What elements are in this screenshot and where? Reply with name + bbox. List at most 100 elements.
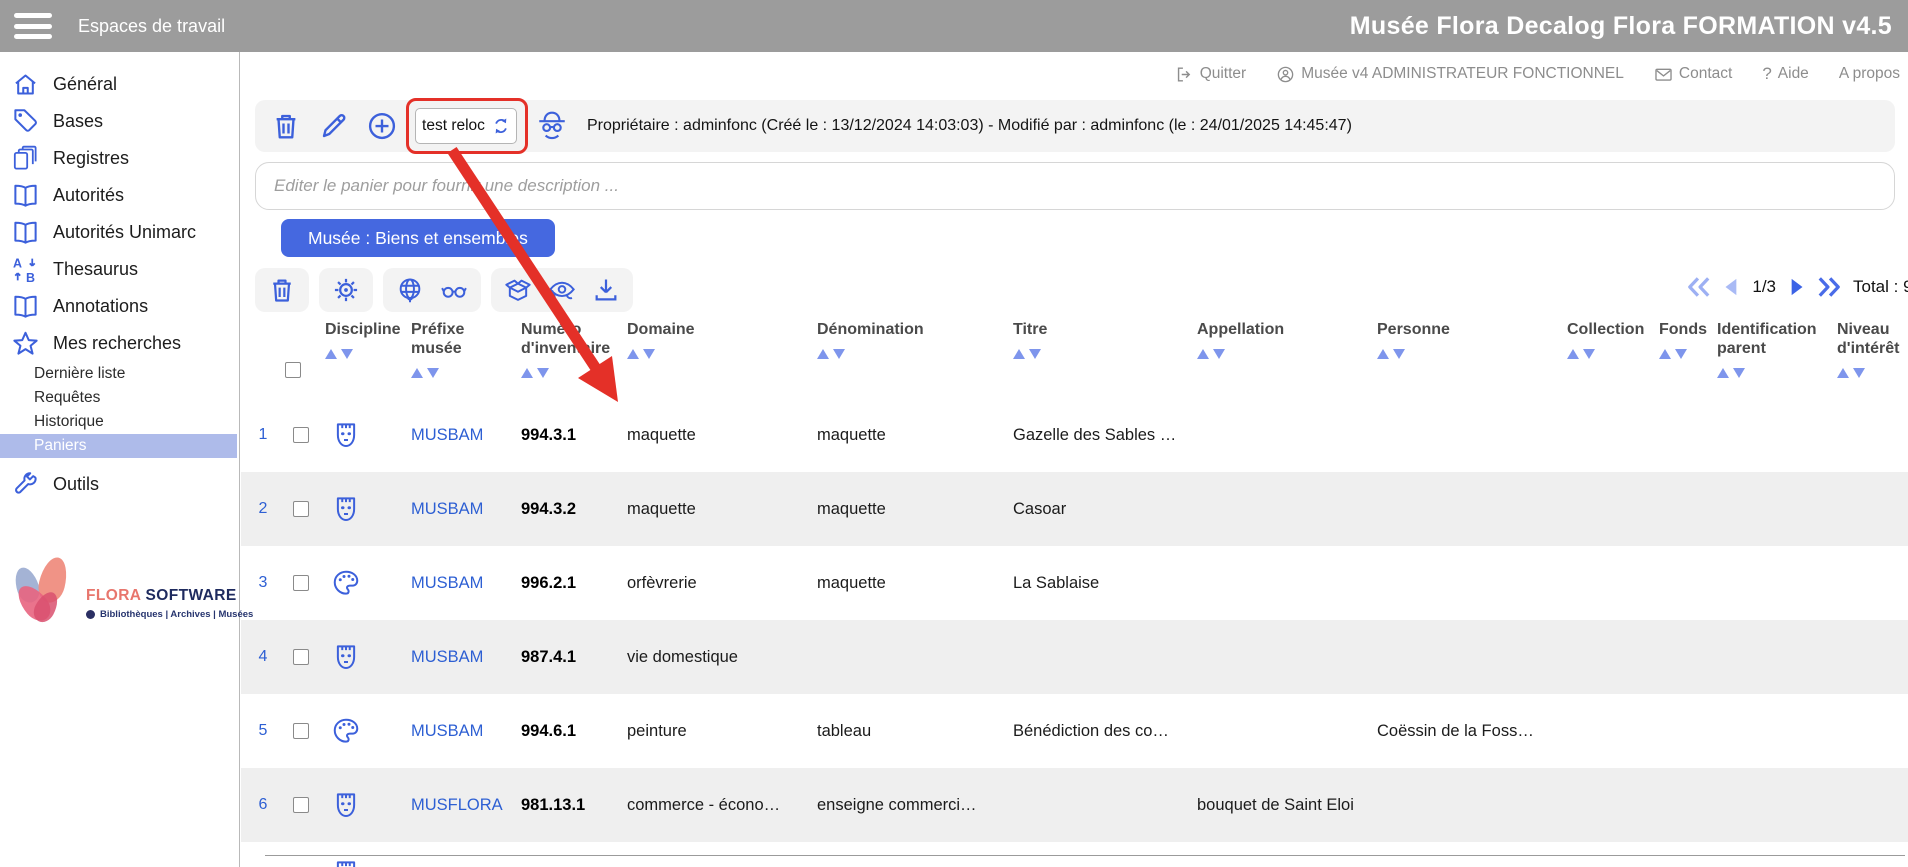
sort-desc-icon[interactable] [833, 349, 845, 359]
prefixe-musee-link[interactable]: MUSBAM [411, 426, 521, 445]
previous-page-icon[interactable] [1719, 274, 1745, 300]
sidebar-item-outils[interactable]: Outils [0, 466, 239, 503]
sidebar-subitem-requetes[interactable]: Requêtes [0, 386, 239, 410]
row-checkbox[interactable] [293, 427, 309, 443]
row-number-link[interactable]: 6 [241, 796, 285, 814]
about-button[interactable]: A propos [1839, 65, 1900, 83]
table-row[interactable]: 4 MUSBAM 987.4.1 vie domestique [241, 620, 1908, 694]
sidebar-item-thesaurus[interactable]: AB Thesaurus [0, 251, 239, 288]
sort-arrows[interactable] [325, 349, 411, 361]
unbox-icon[interactable] [504, 276, 532, 304]
sort-asc-icon[interactable] [1717, 368, 1729, 378]
prefixe-musee-link[interactable]: MUSBAM [411, 722, 521, 741]
sort-arrows[interactable] [817, 349, 1013, 361]
row-number-link[interactable]: 1 [241, 426, 285, 444]
glasses-icon[interactable] [440, 276, 468, 304]
help-button[interactable]: ? Aide [1762, 64, 1809, 84]
sort-desc-icon[interactable] [341, 349, 353, 359]
table-row[interactable]: 6 MUSFLORA 981.13.1 commerce - écono… en… [241, 768, 1908, 842]
sort-arrows[interactable] [411, 368, 521, 380]
sidebar-subitem-historique[interactable]: Historique [0, 410, 239, 434]
sort-desc-icon[interactable] [643, 349, 655, 359]
menu-hamburger-icon[interactable] [14, 13, 52, 39]
delete-button[interactable] [255, 268, 309, 312]
sort-arrows[interactable] [1013, 349, 1197, 361]
row-checkbox-cell[interactable] [285, 649, 325, 665]
sort-asc-icon[interactable] [817, 349, 829, 359]
row-checkbox[interactable] [293, 501, 309, 517]
sidebar-item-registres[interactable]: Registres [0, 140, 239, 177]
first-page-icon[interactable] [1686, 274, 1712, 300]
basket-name-box[interactable]: test reloc [415, 108, 517, 144]
sidebar-item-annotations[interactable]: Annotations [0, 288, 239, 325]
row-number-link[interactable]: 4 [241, 648, 285, 666]
select-all-checkbox[interactable] [285, 362, 301, 378]
refresh-icon[interactable] [492, 117, 510, 135]
sort-asc-icon[interactable] [411, 368, 423, 378]
sort-desc-icon[interactable] [1583, 349, 1595, 359]
sort-asc-icon[interactable] [1567, 349, 1579, 359]
download-icon[interactable] [592, 276, 620, 304]
sort-arrows[interactable] [1567, 349, 1659, 361]
sort-asc-icon[interactable] [1837, 368, 1849, 378]
trash-icon[interactable] [268, 276, 296, 304]
sidebar-item-autorites-unimarc[interactable]: Autorités Unimarc [0, 214, 239, 251]
sort-desc-icon[interactable] [1675, 349, 1687, 359]
web-globe-icon[interactable] [396, 276, 424, 304]
sidebar-item-autorites[interactable]: Autorités [0, 177, 239, 214]
sort-asc-icon[interactable] [325, 349, 337, 359]
sidebar-subitem-derniere-liste[interactable]: Dernière liste [0, 362, 239, 386]
row-checkbox-cell[interactable] [285, 797, 325, 813]
sort-arrows[interactable] [627, 349, 817, 361]
horus-eye-icon[interactable] [548, 276, 576, 304]
row-checkbox[interactable] [293, 723, 309, 739]
row-checkbox-cell[interactable] [285, 575, 325, 591]
contact-button[interactable]: Contact [1654, 65, 1732, 84]
prefixe-musee-link[interactable]: MUSBAM [411, 648, 521, 667]
row-checkbox[interactable] [293, 649, 309, 665]
sort-desc-icon[interactable] [537, 368, 549, 378]
row-checkbox-cell[interactable] [285, 723, 325, 739]
sort-arrows[interactable] [1717, 368, 1837, 380]
row-number-link[interactable]: 2 [241, 500, 285, 518]
edit-pencil-icon[interactable] [319, 111, 349, 141]
row-number-link[interactable]: 5 [241, 722, 285, 740]
table-row[interactable]: 3 MUSBAM 996.2.1 orfèvrerie maquette La … [241, 546, 1908, 620]
sort-asc-icon[interactable] [521, 368, 533, 378]
sort-arrows[interactable] [521, 368, 627, 380]
sidebar-subitem-paniers[interactable]: Paniers [0, 434, 237, 458]
sort-arrows[interactable] [1659, 349, 1717, 361]
user-account-button[interactable]: Musée v4 ADMINISTRATEUR FONCTIONNEL [1276, 65, 1624, 84]
quit-button[interactable]: Quitter [1175, 65, 1247, 84]
last-page-icon[interactable] [1816, 274, 1842, 300]
add-circle-icon[interactable] [367, 111, 397, 141]
table-row[interactable]: 1 MUSBAM 994.3.1 maquette maquette Gazel… [241, 398, 1908, 472]
row-checkbox-cell[interactable] [285, 427, 325, 443]
sort-arrows[interactable] [1837, 368, 1908, 380]
select-all-cell[interactable] [285, 318, 325, 380]
row-number-link[interactable]: 3 [241, 574, 285, 592]
row-checkbox-cell[interactable] [285, 501, 325, 517]
prefixe-musee-link[interactable]: MUSBAM [411, 500, 521, 519]
sidebar-item-mes-recherches[interactable]: Mes recherches [0, 325, 239, 362]
sort-desc-icon[interactable] [1029, 349, 1041, 359]
admin-spy-icon[interactable] [535, 109, 569, 143]
sort-desc-icon[interactable] [427, 368, 439, 378]
sort-desc-icon[interactable] [1393, 349, 1405, 359]
sort-asc-icon[interactable] [1197, 349, 1209, 359]
prefixe-musee-link[interactable]: MUSFLORA [411, 796, 521, 815]
prefixe-musee-link[interactable]: MUSBAM [411, 574, 521, 593]
sidebar-item-general[interactable]: Général [0, 66, 239, 103]
sort-arrows[interactable] [1377, 349, 1567, 361]
sidebar-item-bases[interactable]: Bases [0, 103, 239, 140]
tab-musee-biens[interactable]: Musée : Biens et ensembles [281, 219, 555, 257]
description-input[interactable] [255, 162, 1895, 210]
table-row[interactable]: 5 MUSBAM 994.6.1 peinture tableau Bénédi… [241, 694, 1908, 768]
sort-desc-icon[interactable] [1213, 349, 1225, 359]
sort-asc-icon[interactable] [1377, 349, 1389, 359]
sort-asc-icon[interactable] [1659, 349, 1671, 359]
sort-arrows[interactable] [1197, 349, 1377, 361]
row-checkbox[interactable] [293, 797, 309, 813]
sort-asc-icon[interactable] [1013, 349, 1025, 359]
next-page-icon[interactable] [1783, 274, 1809, 300]
